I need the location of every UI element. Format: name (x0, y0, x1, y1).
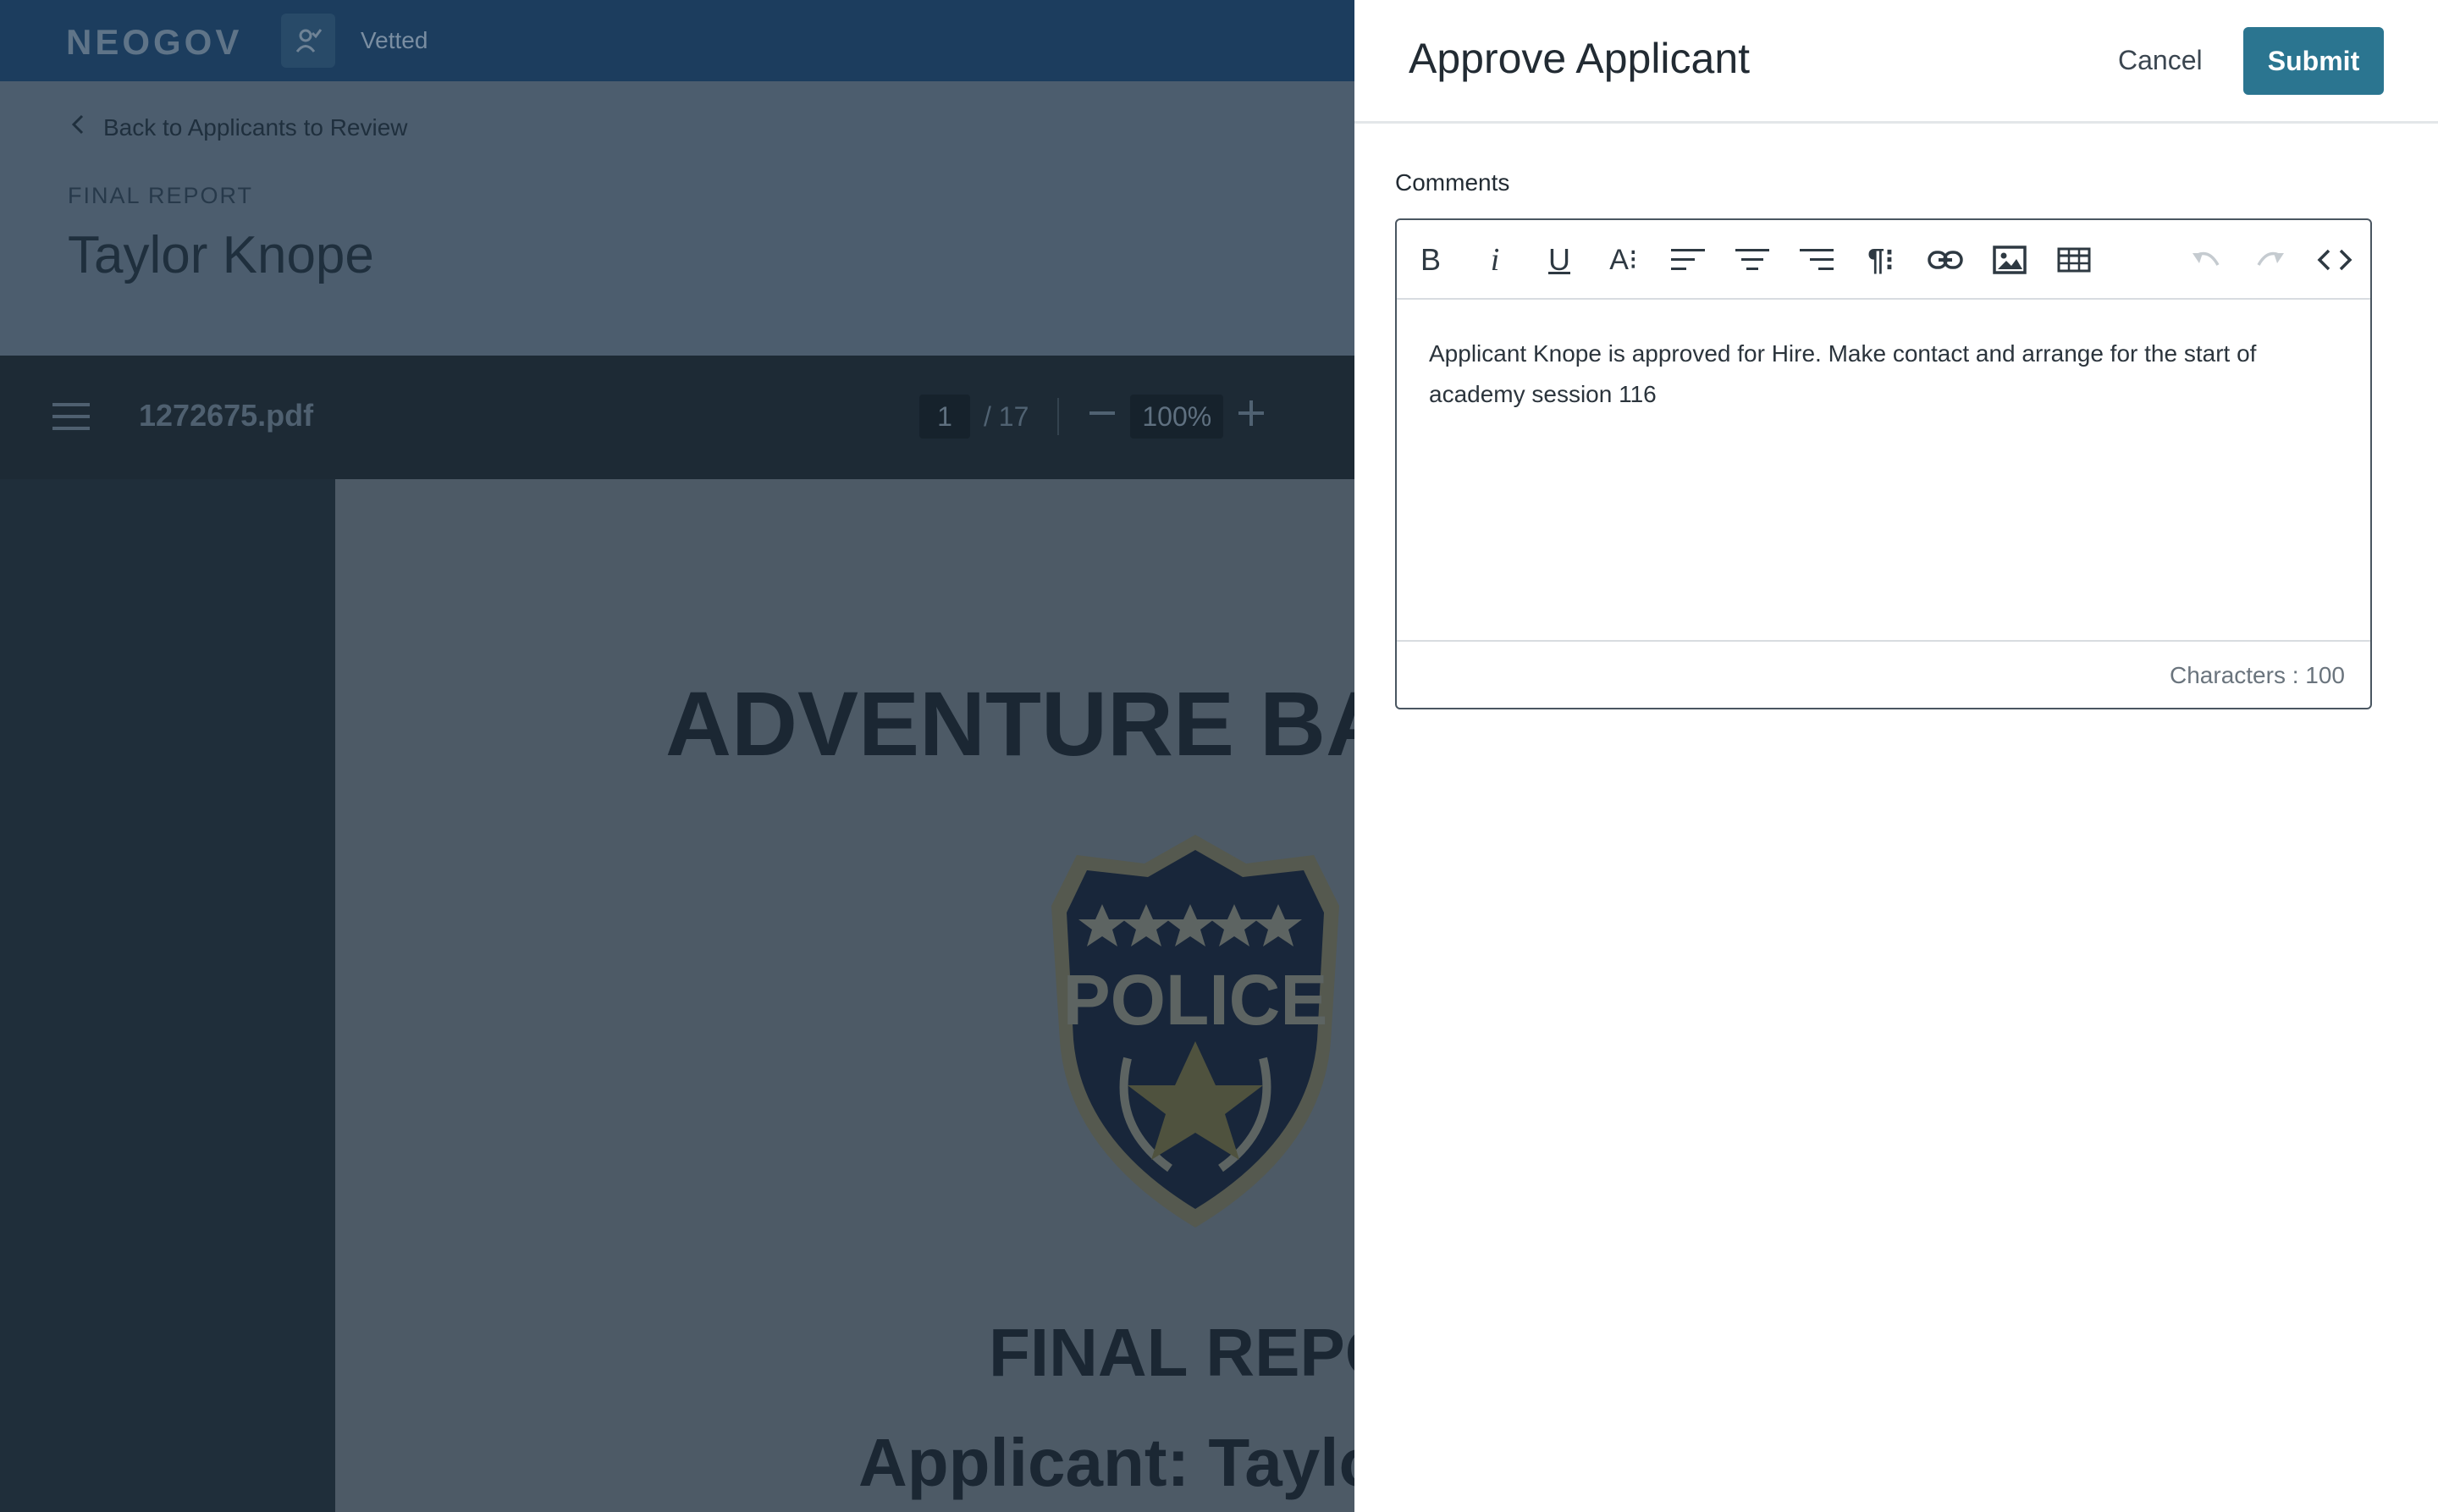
vetted-product-icon (281, 14, 335, 68)
underline-icon[interactable]: U (1537, 238, 1581, 282)
comments-label: Comments (1395, 169, 1510, 196)
badge-text: POLICE (1063, 960, 1328, 1040)
document-applicant-line: Applicant: Taylor (858, 1425, 1407, 1500)
link-icon[interactable] (1923, 238, 1967, 282)
page-number-input[interactable]: 1 (919, 395, 970, 439)
report-eyebrow: FINAL REPORT (68, 183, 254, 208)
align-left-icon[interactable] (1666, 238, 1710, 282)
document-heading: ADVENTURE BA (665, 672, 1393, 775)
italic-icon[interactable]: i (1473, 238, 1517, 282)
applicant-name-title: Taylor Knope (68, 226, 374, 284)
underline-glyph: U (1548, 242, 1570, 277)
police-badge-icon: POLICE (1034, 830, 1356, 1240)
italic-glyph: i (1490, 242, 1500, 278)
editor-toolbar: B i U A⁝ ¶⁝ (1397, 220, 2370, 300)
paragraph-format-icon[interactable]: ¶⁝ (1859, 238, 1903, 282)
back-to-applicants-link[interactable]: Back to Applicants to Review (71, 113, 408, 141)
zoom-level[interactable]: 100% (1130, 395, 1224, 439)
zoom-in-icon[interactable] (1237, 399, 1266, 434)
table-icon[interactable] (2052, 238, 2096, 282)
pdf-thumbnail-rail (0, 479, 335, 1512)
image-icon[interactable] (1988, 238, 2032, 282)
character-count: Characters : 100 (2170, 662, 2345, 688)
toolbar-divider (1057, 398, 1060, 435)
product-switcher[interactable]: Vetted (281, 14, 427, 68)
pdf-file-name: 1272675.pdf (139, 398, 314, 433)
chevron-left-icon (71, 113, 85, 141)
neogov-logo: NEOGOV (66, 22, 243, 62)
comments-rich-text-editor: B i U A⁝ ¶⁝ Applicant Knope is approved … (1395, 218, 2372, 709)
document-final-heading: FINAL REPO (989, 1315, 1398, 1390)
bold-icon[interactable]: B (1409, 238, 1453, 282)
align-right-icon[interactable] (1795, 238, 1839, 282)
paragraph-glyph: ¶⁝ (1867, 242, 1895, 277)
back-link-label: Back to Applicants to Review (103, 113, 408, 141)
font-size-glyph: A⁝ (1609, 244, 1638, 276)
total-pages: / 17 (984, 400, 1029, 432)
cancel-button[interactable]: Cancel (2099, 27, 2221, 93)
align-center-icon[interactable] (1730, 238, 1774, 282)
drawer-header: Approve Applicant Cancel Submit (1354, 0, 2438, 124)
comment-text-area[interactable]: Applicant Knope is approved for Hire. Ma… (1429, 334, 2343, 415)
pdf-pager: 1 / 17 100% (919, 395, 1266, 439)
submit-button[interactable]: Submit (2243, 27, 2384, 95)
bold-glyph: B (1420, 242, 1441, 277)
code-view-icon[interactable] (2313, 238, 2357, 282)
drawer-title: Approve Applicant (1409, 35, 1751, 82)
hamburger-menu-icon[interactable] (52, 401, 90, 436)
approve-applicant-drawer: Approve Applicant Cancel Submit Comments… (1354, 0, 2438, 1512)
redo-icon[interactable] (2248, 238, 2292, 282)
product-name: Vetted (361, 27, 428, 53)
undo-icon[interactable] (2184, 238, 2228, 282)
editor-footer: Characters : 100 (1397, 640, 2370, 708)
font-size-icon[interactable]: A⁝ (1602, 238, 1646, 282)
zoom-out-icon[interactable] (1088, 399, 1117, 434)
